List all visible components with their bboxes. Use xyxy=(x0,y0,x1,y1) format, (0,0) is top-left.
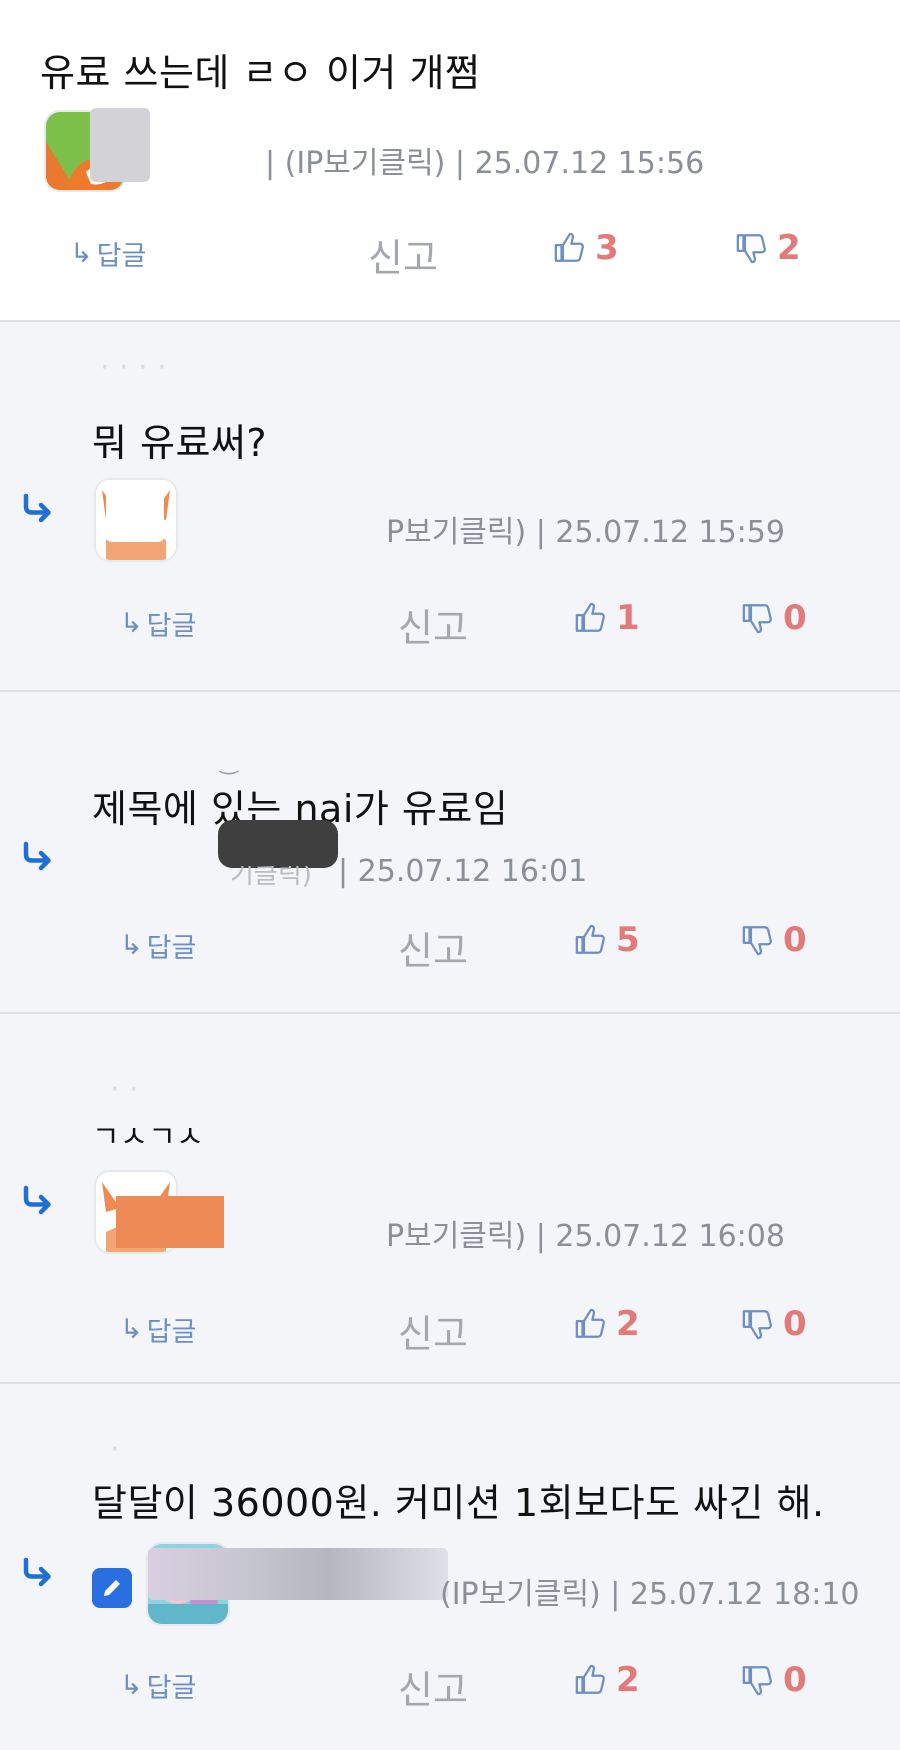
dislike-button[interactable]: 0 xyxy=(741,1660,807,1700)
comment-meta: (IP보기클릭) | 25.07.12 18:10 xyxy=(440,1577,860,1612)
comment-text: 뭐 유료써? xyxy=(92,421,268,465)
reply-button[interactable]: ↳ 답글 xyxy=(120,1310,196,1349)
thumbs-up-icon xyxy=(575,1308,605,1338)
username-redacted xyxy=(116,1196,224,1248)
like-button[interactable]: 3 xyxy=(553,228,619,268)
reply-arrow-icon: ↳ xyxy=(120,1670,143,1701)
like-button[interactable]: 5 xyxy=(574,920,640,960)
reply-arrow-icon xyxy=(23,1185,51,1215)
reply-arrow-icon: ↳ xyxy=(70,238,93,269)
comment-meta: | (IP보기클릭) | 25.07.12 15:56 xyxy=(265,146,705,181)
thumbs-down-icon xyxy=(742,604,772,634)
reply-item: · · ㄱㅅㄱㅅ P보기클릭) | 25.07.12 16:08 ↳ 답글 신고 … xyxy=(0,1014,900,1382)
thumbs-up-icon xyxy=(575,924,605,954)
dislike-button[interactable]: 2 xyxy=(735,228,801,268)
report-button[interactable]: 신고 xyxy=(368,227,438,282)
comment-text: 유료 쓰는데 ㄹㅇ 이거 개쩜 xyxy=(40,51,481,95)
thumbs-up-icon xyxy=(575,602,605,632)
reply-button[interactable]: ↳ 답글 xyxy=(120,926,196,965)
thumbs-down-icon xyxy=(742,926,772,956)
comment-item: 유료 쓰는데 ㄹㅇ 이거 개쩜 | (IP보기클릭) | 25.07.12 15… xyxy=(0,0,900,320)
comment-meta: P보기클릭) | 25.07.12 15:59 xyxy=(386,515,785,550)
reply-button[interactable]: ↳ 답글 xyxy=(70,234,146,273)
username-redacted xyxy=(218,820,338,868)
username-redacted: · · · · xyxy=(100,350,167,385)
reply-item: ‿ 제목에 있는 nai가 유료임 기클릭) | 25.07.12 16:01 … xyxy=(0,692,900,1012)
report-button[interactable]: 신고 xyxy=(398,920,468,975)
reply-button[interactable]: ↳ 답글 xyxy=(120,1666,196,1705)
pencil-icon xyxy=(104,1580,120,1596)
reply-arrow-icon xyxy=(23,1557,51,1587)
dislike-button[interactable]: 0 xyxy=(741,1304,807,1344)
thumbs-down-icon xyxy=(742,1666,772,1696)
thumbs-up-icon xyxy=(554,232,584,262)
reply-arrow-icon xyxy=(23,841,51,871)
report-button[interactable]: 신고 xyxy=(398,1659,468,1714)
thumbs-down-icon xyxy=(736,234,766,264)
thumbs-down-icon xyxy=(742,1310,772,1340)
username-redacted xyxy=(90,108,150,182)
reply-item: · 달달이 36000원. 커미션 1회보다도 싸긴 해. (IP보기클릭) |… xyxy=(0,1384,900,1750)
reply-arrow-icon: ↳ xyxy=(120,1314,143,1345)
edited-badge xyxy=(92,1568,132,1608)
report-button[interactable]: 신고 xyxy=(398,597,468,652)
dislike-button[interactable]: 0 xyxy=(741,598,807,638)
comment-meta: P보기클릭) | 25.07.12 16:08 xyxy=(386,1219,785,1254)
reply-arrow-icon: ↳ xyxy=(120,608,143,639)
comment-text: 달달이 36000원. 커미션 1회보다도 싸긴 해. xyxy=(92,1481,825,1525)
like-button[interactable]: 1 xyxy=(574,598,640,638)
username-redacted: ‿ xyxy=(220,750,238,775)
username-redacted xyxy=(106,492,164,542)
reply-arrow-icon: ↳ xyxy=(120,930,143,961)
report-button[interactable]: 신고 xyxy=(398,1303,468,1358)
like-button[interactable]: 2 xyxy=(574,1660,640,1700)
like-button[interactable]: 2 xyxy=(574,1304,640,1344)
comment-meta: | 25.07.12 16:01 xyxy=(338,854,588,889)
dislike-button[interactable]: 0 xyxy=(741,920,807,960)
username-redacted: · · xyxy=(110,1072,139,1107)
reply-item: · · · · 뭐 유료써? P보기클릭) | 25.07.12 15:59 ↳… xyxy=(0,322,900,690)
comment-text: ㄱㅅㄱㅅ xyxy=(92,1120,205,1155)
thumbs-up-icon xyxy=(575,1664,605,1694)
reply-arrow-icon xyxy=(23,493,51,523)
reply-button[interactable]: ↳ 답글 xyxy=(120,604,196,643)
username-redacted: · xyxy=(110,1432,120,1467)
username-redacted xyxy=(148,1548,448,1600)
